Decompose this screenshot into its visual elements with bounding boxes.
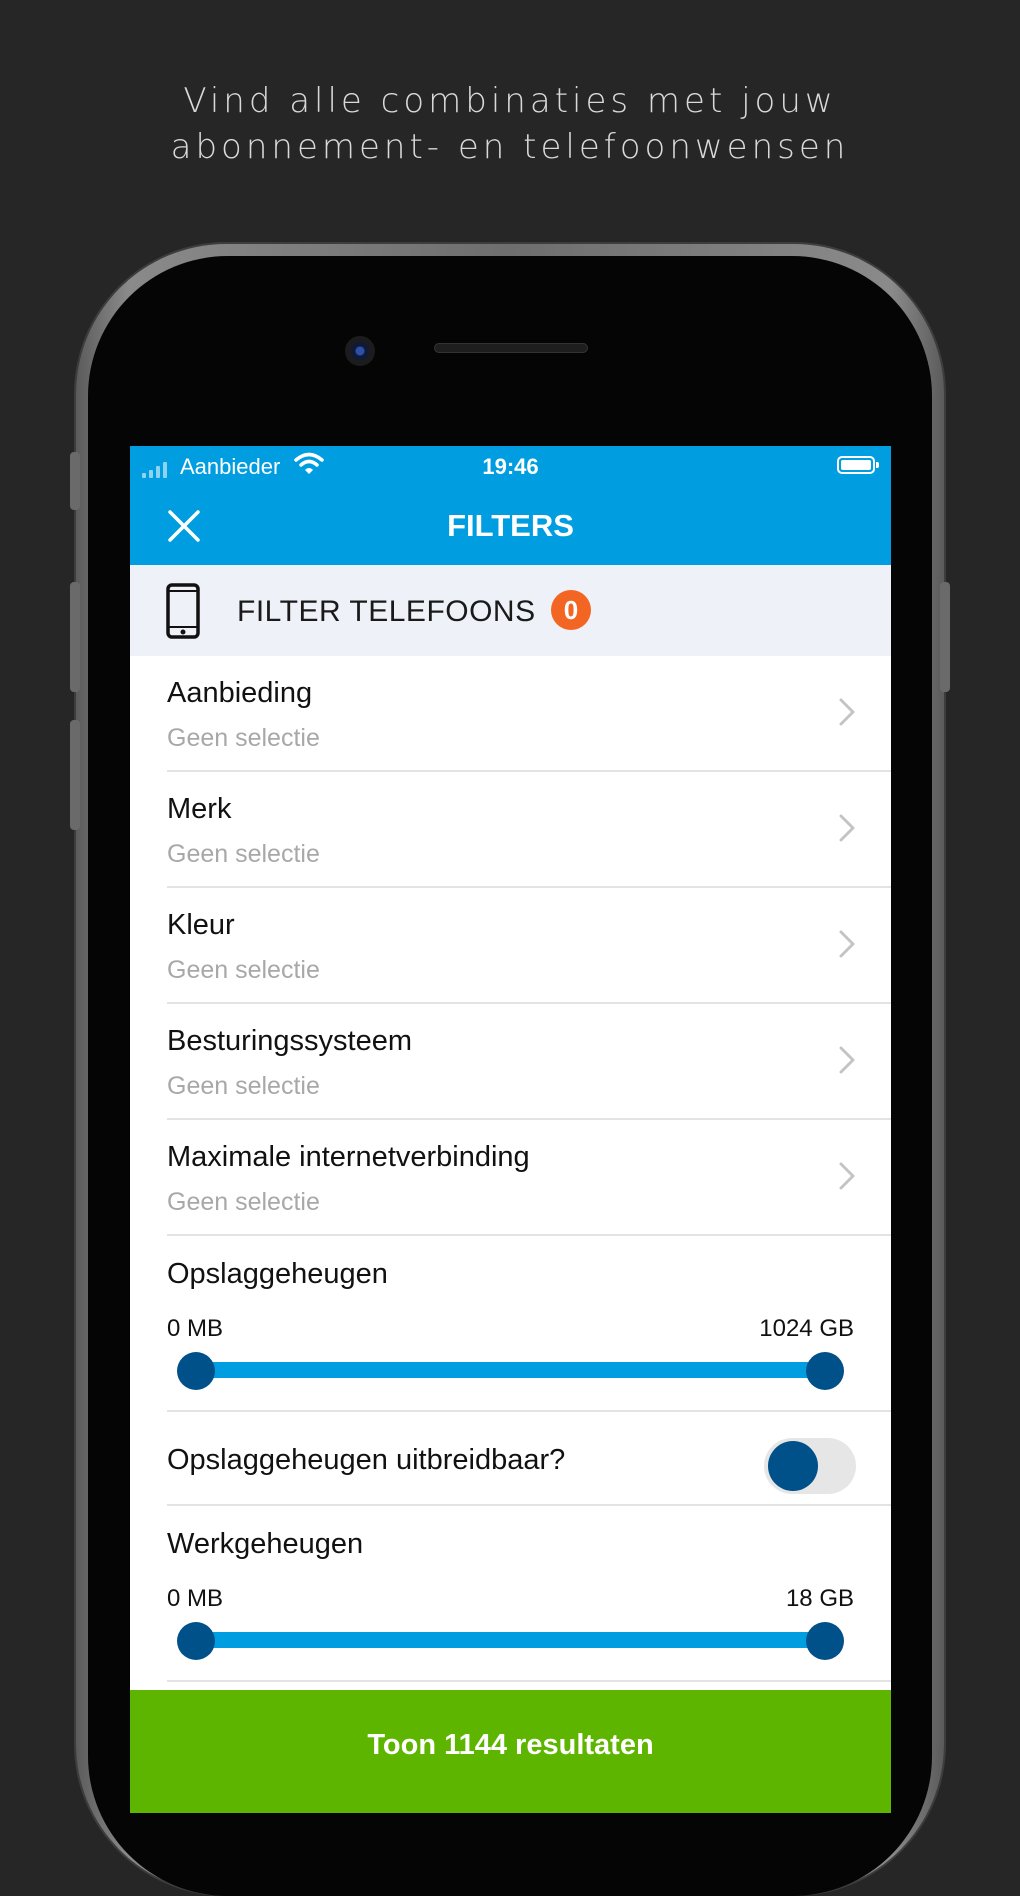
battery-icon: [837, 456, 879, 474]
filter-count-badge: 0: [551, 590, 591, 630]
earpiece-speaker: [434, 343, 588, 353]
storage-expandable-toggle[interactable]: [764, 1438, 856, 1494]
storage-min-handle[interactable]: [177, 1352, 215, 1390]
toggle-knob: [768, 1441, 818, 1491]
chevron-right-icon: [839, 698, 855, 731]
status-bar: Aanbieder 19:46: [130, 446, 891, 488]
storage-range-filter: Opslaggeheugen 0 MB 1024 GB: [130, 1236, 891, 1412]
power-button: [940, 582, 950, 692]
filter-row-title: Kleur: [167, 909, 235, 941]
storage-min-label: 0 MB: [167, 1315, 224, 1342]
promo-line-2: abonnement- en telefoonwensen: [170, 127, 850, 167]
storage-expandable-label: Opslaggeheugen uitbreidbaar?: [167, 1444, 566, 1476]
page-title: FILTERS: [447, 508, 574, 543]
chevron-right-icon: [839, 814, 855, 847]
chevron-right-icon: [839, 1046, 855, 1079]
storage-max-label: 1024 GB: [759, 1315, 854, 1342]
filter-list: Aanbieding Geen selectie Merk Geen selec…: [130, 656, 891, 1236]
storage-title: Opslaggeheugen: [167, 1258, 388, 1290]
show-results-button[interactable]: Toon 1144 resultaten: [130, 1690, 891, 1813]
mute-switch: [70, 452, 80, 510]
filter-row-title: Maximale internetverbinding: [167, 1141, 530, 1173]
smartphone-icon: [166, 583, 200, 644]
filter-row-kleur[interactable]: Kleur Geen selectie: [130, 888, 891, 1004]
memory-range-filter: Werkgeheugen 0 MB 18 GB: [130, 1506, 891, 1682]
storage-slider-track[interactable]: [195, 1362, 825, 1378]
volume-up-button: [70, 582, 80, 692]
memory-slider-track[interactable]: [195, 1632, 825, 1648]
app-screen: Aanbieder 19:46 FILTERS FILTER TELEFOONS…: [130, 446, 891, 1813]
filter-row-aanbieding[interactable]: Aanbieding Geen selectie: [130, 656, 891, 772]
memory-min-handle[interactable]: [177, 1622, 215, 1660]
filter-row-value: Geen selectie: [167, 1188, 320, 1216]
filter-row-title: Besturingssysteem: [167, 1025, 412, 1057]
filter-row-title: Merk: [167, 793, 232, 825]
promo-headline: Vind alle combinaties met jouw abonnemen…: [0, 78, 1020, 170]
volume-down-button: [70, 720, 80, 830]
filter-row-besturingssysteem[interactable]: Besturingssysteem Geen selectie: [130, 1004, 891, 1120]
filter-row-value: Geen selectie: [167, 724, 320, 752]
filter-row-title: Aanbieding: [167, 677, 313, 709]
memory-title: Werkgeheugen: [167, 1528, 364, 1560]
front-camera: [345, 336, 375, 366]
filter-row-value: Geen selectie: [167, 956, 320, 984]
filter-phones-header: FILTER TELEFOONS 0: [130, 565, 891, 656]
filter-row-value: Geen selectie: [167, 1072, 320, 1100]
chevron-right-icon: [839, 930, 855, 963]
storage-expandable-row: Opslaggeheugen uitbreidbaar?: [130, 1412, 891, 1506]
storage-max-handle[interactable]: [806, 1352, 844, 1390]
memory-max-label: 18 GB: [785, 1585, 854, 1612]
promo-line-1: Vind alle combinaties met jouw: [183, 81, 837, 121]
status-time: 19:46: [482, 454, 539, 479]
filter-row-internetverbinding[interactable]: Maximale internetverbinding Geen selecti…: [130, 1120, 891, 1236]
filter-row-merk[interactable]: Merk Geen selectie: [130, 772, 891, 888]
row-divider: [167, 1680, 891, 1682]
filter-row-value: Geen selectie: [167, 840, 320, 868]
memory-min-label: 0 MB: [167, 1585, 224, 1612]
chevron-right-icon: [839, 1162, 855, 1195]
memory-max-handle[interactable]: [806, 1622, 844, 1660]
nav-bar: FILTERS: [130, 488, 891, 565]
filter-phones-title: FILTER TELEFOONS: [237, 595, 536, 628]
